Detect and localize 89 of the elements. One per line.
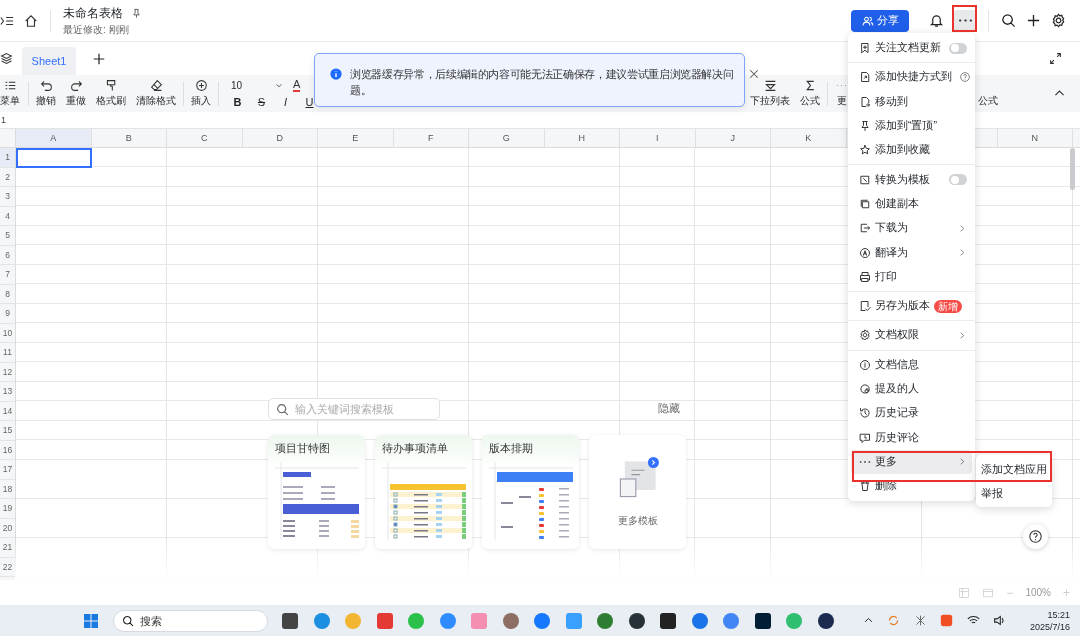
column-header[interactable]: N — [997, 129, 1073, 147]
row-header[interactable]: 4 — [0, 206, 15, 226]
row-header[interactable]: 6 — [0, 245, 15, 265]
format-button[interactable]: I — [279, 96, 292, 108]
menu-item[interactable]: 文档权限 — [851, 323, 972, 348]
toolbar-button[interactable]: 撤销 — [31, 79, 61, 108]
toolbar-button[interactable]: 下拉列表 — [745, 79, 795, 108]
format-button[interactable]: S — [255, 96, 268, 108]
template-search-field[interactable]: 输入关键词搜索模板 — [268, 398, 440, 420]
row-header[interactable]: 14 — [0, 401, 15, 421]
row-header[interactable]: 5 — [0, 226, 15, 246]
zoom-level: 100% — [1025, 587, 1051, 598]
menu-item[interactable]: 更多 — [851, 449, 972, 475]
more-templates-label: 更多模板 — [617, 514, 658, 528]
row-header[interactable]: 19 — [0, 499, 15, 519]
column-header[interactable]: K — [771, 129, 847, 147]
toolbar-button[interactable]: 更 — [830, 79, 853, 108]
row-header[interactable]: 11 — [0, 343, 15, 363]
toolbar-button[interactable]: 菜单 — [0, 79, 26, 108]
menu-item[interactable]: 转换为模板 — [851, 167, 972, 192]
menu-item[interactable]: 历史记录 — [851, 401, 972, 426]
row-header[interactable]: 7 — [0, 265, 15, 285]
template-title: 待办事项清单 — [382, 441, 449, 456]
menu-item[interactable]: 提及的人 — [851, 376, 972, 402]
font-size-select[interactable]: 10 — [231, 80, 283, 91]
row-header[interactable]: 13 — [0, 382, 15, 402]
hide-link[interactable]: 隐藏 — [658, 402, 680, 416]
template-title: 项目甘特图 — [275, 441, 331, 456]
column-header[interactable]: H — [544, 129, 620, 147]
menu-item[interactable]: 移动到 — [851, 89, 972, 114]
menu-item[interactable]: 另存为版本 新增 — [851, 293, 972, 319]
menu-item[interactable]: 文档信息 — [851, 352, 972, 377]
outline-level[interactable]: 1 — [0, 115, 6, 125]
toolbar-button[interactable]: 清除格式 — [131, 79, 181, 108]
column-header[interactable]: C — [167, 129, 243, 147]
row-header[interactable]: 8 — [0, 284, 15, 304]
toolbar-button[interactable]: 公式 — [973, 79, 1003, 108]
menu-item[interactable]: 下载为 — [851, 216, 972, 241]
toolbar-button[interactable]: 插入 — [186, 79, 216, 108]
row-header[interactable]: 22 — [0, 557, 15, 577]
row-header[interactable]: 20 — [0, 518, 15, 538]
template-card[interactable]: 项目甘特图 — [268, 435, 365, 549]
menu-item[interactable]: 关注文档更新 — [851, 36, 972, 61]
format-button[interactable]: B — [231, 96, 244, 108]
row-header[interactable]: 16 — [0, 440, 15, 460]
menu-item[interactable]: 翻译为 — [851, 240, 972, 265]
row-header[interactable]: 2 — [0, 167, 15, 187]
row-header[interactable]: 10 — [0, 323, 15, 343]
document-title: 未命名表格 — [63, 4, 123, 22]
row-header[interactable]: 9 — [0, 304, 15, 324]
more-templates-card[interactable]: 更多模板 — [589, 435, 686, 549]
menu-item[interactable]: 历史评论 — [851, 425, 972, 450]
menu-item[interactable]: 举报 — [976, 481, 1052, 505]
toolbar-button[interactable]: 重做 — [61, 79, 91, 108]
taskbar-search-field[interactable]: 搜索 — [112, 609, 268, 632]
font-color-button[interactable]: A — [293, 79, 301, 92]
menu-item[interactable]: 打印 — [851, 264, 972, 289]
column-header[interactable]: J — [695, 129, 771, 147]
clock-date[interactable]: 2025/7/16 — [1029, 620, 1070, 633]
format-button[interactable]: U — [303, 96, 316, 108]
menu-item[interactable]: 添加到收藏 — [851, 138, 972, 163]
template-card[interactable]: 待办事项清单 — [375, 435, 472, 549]
toast-message: 浏览器缓存异常，后续编辑的内容可能无法正确保存，建议尝试重启浏览器解决问题。 — [350, 67, 734, 98]
row-header[interactable]: 17 — [0, 460, 15, 480]
last-modified-text: 最近修改: 刚刚 — [63, 22, 130, 37]
sheet-tab[interactable]: Sheet1 — [22, 47, 76, 75]
toolbar-button[interactable]: 公式 — [795, 79, 825, 108]
column-header[interactable]: D — [242, 129, 318, 147]
toolbar-button[interactable]: 格式刷 — [91, 79, 131, 108]
column-header[interactable]: B — [91, 129, 167, 147]
column-header[interactable]: E — [318, 129, 394, 147]
row-header[interactable]: 21 — [0, 538, 15, 558]
row-header[interactable]: 15 — [0, 421, 15, 441]
row-header[interactable]: 1 — [0, 148, 15, 168]
row-header[interactable]: 18 — [0, 479, 15, 499]
column-header[interactable]: F — [393, 129, 469, 147]
new-badge: 新增 — [934, 299, 962, 313]
template-title: 版本排期 — [489, 441, 534, 456]
menu-item[interactable]: 添加到“置顶” — [851, 113, 972, 139]
share-button[interactable]: 分享 — [851, 9, 909, 32]
column-header[interactable]: G — [469, 129, 545, 147]
menu-item[interactable]: 创建副本 — [851, 191, 972, 217]
column-header[interactable]: A — [16, 129, 92, 147]
column-header[interactable]: I — [620, 129, 696, 147]
row-header[interactable]: 12 — [0, 362, 15, 382]
template-card[interactable]: 版本排期 — [482, 435, 579, 549]
menu-item[interactable]: 添加快捷方式到 — [851, 65, 972, 90]
clock-time[interactable]: 15:21 — [1047, 608, 1070, 621]
row-header[interactable]: 3 — [0, 187, 15, 207]
